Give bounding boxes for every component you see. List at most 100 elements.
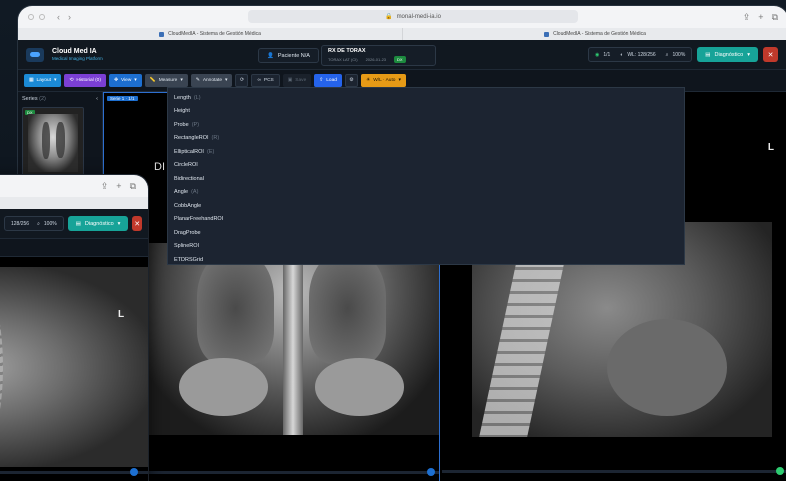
browser-chrome: ⇪ + ⧉ <box>0 175 148 197</box>
zoom-text: 100% <box>672 51 686 58</box>
menu-item-shortcut: (R) <box>211 135 220 142</box>
header-right: ◉ 1/1 ◐ WL: 128/256 ⌕ 100% ▤ Diagnóstico… <box>587 47 778 62</box>
measure-label: Measure <box>158 78 178 83</box>
lock-icon: 🔒 <box>385 14 393 20</box>
status-pill[interactable]: 128/256 ⌕ 100% <box>4 216 64 231</box>
measure-menu-item[interactable]: RectangleROI (R) <box>168 132 684 146</box>
viewport-label: Serie 1 · 1/1 <box>107 96 138 101</box>
menu-item-label: PlanarFreehandROI <box>174 216 224 223</box>
patient-button[interactable]: 👤 Paciente N/A <box>258 48 319 63</box>
layout-button[interactable]: ▦ Layout ▾ <box>24 74 62 87</box>
screen: ‹ › 🔒 monal-medi-ia.io ⇪ + ⧉ CloudMedIA … <box>0 0 786 481</box>
save-label: Save <box>295 78 307 83</box>
chevron-down-icon: ▾ <box>180 78 183 83</box>
browser-tab[interactable]: CloudMedIA - Sistema de Gestión Médica <box>403 28 786 40</box>
view-button[interactable]: ✥ View ▾ <box>108 74 142 87</box>
app-header: 128/256 ⌕ 100% ▤ Diagnóstico ▾ ✕ <box>0 209 148 239</box>
load-button[interactable]: ⇧ Load <box>314 74 342 87</box>
sun-icon: ☀ <box>365 78 371 83</box>
menu-item-shortcut: (P) <box>191 121 200 128</box>
chevron-down-icon: ▾ <box>398 78 401 83</box>
pcs-button[interactable]: ∞ PCS <box>251 74 280 87</box>
window-controls <box>28 14 45 20</box>
history-label: Historial (0) <box>76 78 101 83</box>
close-button[interactable]: ✕ <box>763 47 778 62</box>
diagnostic-label: Diagnóstico <box>84 220 114 227</box>
menu-item-label: Angle <box>174 189 189 196</box>
scroll-handle[interactable] <box>776 467 784 475</box>
series-thumbnail[interactable]: DX <box>22 107 84 177</box>
zoom-icon: ⌕ <box>37 220 40 227</box>
contrast-icon: ◐ <box>620 51 624 58</box>
diagnostic-button[interactable]: ▤ Diagnóstico ▾ <box>697 47 758 62</box>
measure-menu-item[interactable]: PlanarFreehandROI <box>168 213 684 227</box>
tabs-overview-icon[interactable]: ⧉ <box>772 12 778 23</box>
thumbnail-image <box>28 114 78 172</box>
browser-tab[interactable]: CloudMedIA - Sistema de Gestión Médica <box>18 28 403 40</box>
menu-item-label: Height <box>174 108 190 115</box>
secondary-browser-window: ⇪ + ⧉ 128/256 ⌕ 100% ▤ Diagnóstico ▾ ✕ L <box>0 175 148 481</box>
measure-menu-item[interactable]: SplineROI <box>168 240 684 254</box>
new-tab-icon[interactable]: + <box>758 12 763 23</box>
move-icon: ✥ <box>113 78 118 83</box>
scroll-handle[interactable] <box>427 468 435 476</box>
rotate-button[interactable]: ⟳ <box>235 74 249 87</box>
window-dot[interactable] <box>28 14 34 20</box>
measure-menu-item[interactable]: CobbAngle <box>168 199 684 213</box>
forward-icon[interactable]: › <box>68 12 71 22</box>
back-icon[interactable]: ‹ <box>57 12 60 22</box>
measure-menu-item[interactable]: DragProbe <box>168 226 684 240</box>
viewport-scrollbar[interactable] <box>104 468 439 476</box>
series-counter[interactable]: ◉ 1/1 ◐ WL: 128/256 ⌕ 100% <box>587 47 693 62</box>
diagnostic-label: Diagnóstico <box>714 51 744 58</box>
save-icon: ▣ <box>287 78 293 83</box>
scroll-handle[interactable] <box>130 468 138 476</box>
measure-button[interactable]: 📏 Measure ▾ <box>144 74 188 87</box>
window-dot[interactable] <box>39 14 45 20</box>
menu-item-label: Probe <box>174 121 189 128</box>
collapse-icon[interactable]: ‹ <box>96 96 98 102</box>
wl-text: 128/256 <box>11 220 30 227</box>
brand: Cloud Med IA Medical Imaging Platform <box>52 48 103 61</box>
window-level-button[interactable]: ☀ W/L · Auto ▾ <box>360 74 406 87</box>
measure-menu-item[interactable]: EllipticalROI (E) <box>168 145 684 159</box>
measure-menu-item[interactable]: Angle (A) <box>168 186 684 200</box>
view-label: View <box>120 78 132 83</box>
settings-button[interactable]: ⚙ <box>344 74 358 87</box>
address-bar[interactable]: 🔒 monal-medi-ia.io <box>248 10 578 23</box>
share-icon[interactable]: ⇪ <box>743 12 751 23</box>
app-logo <box>26 47 44 62</box>
tab-label: CloudMedIA - Sistema de Gestión Médica <box>553 31 646 37</box>
load-label: Load <box>326 78 337 83</box>
menu-item-label: EllipticalROI <box>174 148 204 155</box>
pcs-label: PCS <box>263 78 274 83</box>
viewport-scrollbar[interactable] <box>0 468 148 476</box>
browser-actions: ⇪ + ⧉ <box>743 12 778 23</box>
share-icon[interactable]: ⇪ <box>101 181 109 192</box>
measure-menu-item[interactable]: ETDRSGrid <box>168 253 684 267</box>
study-info[interactable]: RX DE TORAX TORAX LAT (CI) 2026-01-23 DX <box>321 45 436 66</box>
history-button[interactable]: ⟲ Historial (0) <box>64 74 106 87</box>
close-button[interactable]: ✕ <box>132 216 142 231</box>
new-tab-icon[interactable]: + <box>116 181 121 191</box>
diagnostic-button[interactable]: ▤ Diagnóstico ▾ <box>67 216 129 231</box>
menu-item-label: RectangleROI <box>174 135 209 142</box>
viewport-scrollbar[interactable] <box>442 467 786 475</box>
tabs-overview-icon[interactable]: ⧉ <box>130 181 136 192</box>
series-count-text: 1/1 <box>603 51 611 58</box>
measure-menu-item[interactable]: CircleROI <box>168 159 684 173</box>
browser-nav: ‹ › <box>57 12 71 22</box>
annotate-button[interactable]: ✎ Annotate ▾ <box>190 74 233 87</box>
measure-menu-item[interactable]: Length (L) <box>168 91 684 105</box>
measure-menu-item[interactable]: Probe (P) <box>168 118 684 132</box>
study-name: RX DE TORAX <box>328 48 366 54</box>
layout-label: Layout <box>36 78 51 83</box>
modality-badge: DX <box>394 56 406 63</box>
save-button[interactable]: ▣ Save <box>282 74 312 87</box>
viewport-lateral[interactable]: L <box>0 257 148 481</box>
measure-menu-item[interactable]: Height <box>168 105 684 119</box>
chevron-down-icon: ▾ <box>117 220 121 227</box>
zoom-text: 100% <box>43 220 57 227</box>
rotate-icon: ⟳ <box>239 78 244 83</box>
measure-menu-item[interactable]: Bidirectional <box>168 172 684 186</box>
